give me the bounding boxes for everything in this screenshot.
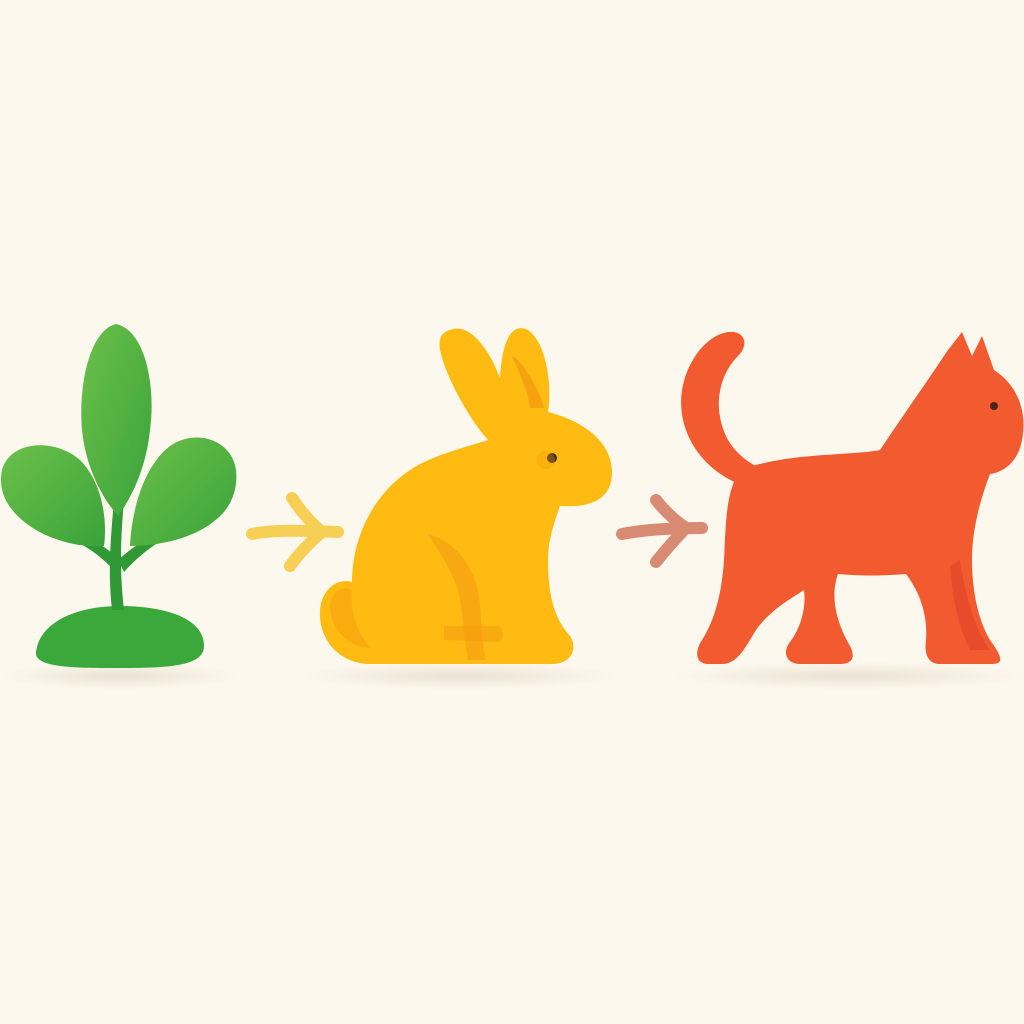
sprout-icon: [0, 324, 237, 668]
arrow-right-icon: [246, 492, 344, 572]
rabbit-icon: [319, 328, 612, 664]
arrow-plant-to-rabbit: [246, 492, 344, 572]
rabbit-foot-shade: [444, 626, 503, 642]
cat-icon: [681, 331, 1024, 664]
diagram-canvas: [0, 324, 1024, 690]
arrow-rabbit-to-cat: [616, 494, 708, 568]
rabbit-shadow: [300, 662, 620, 690]
cat-eye: [990, 402, 998, 410]
arrow-right-icon: [616, 494, 708, 568]
cat-shadow: [670, 662, 1024, 690]
rabbit-cheek: [537, 451, 555, 469]
sprout-base: [35, 606, 204, 668]
food-chain-diagram: [0, 0, 1024, 1024]
cat-body: [697, 332, 1024, 664]
